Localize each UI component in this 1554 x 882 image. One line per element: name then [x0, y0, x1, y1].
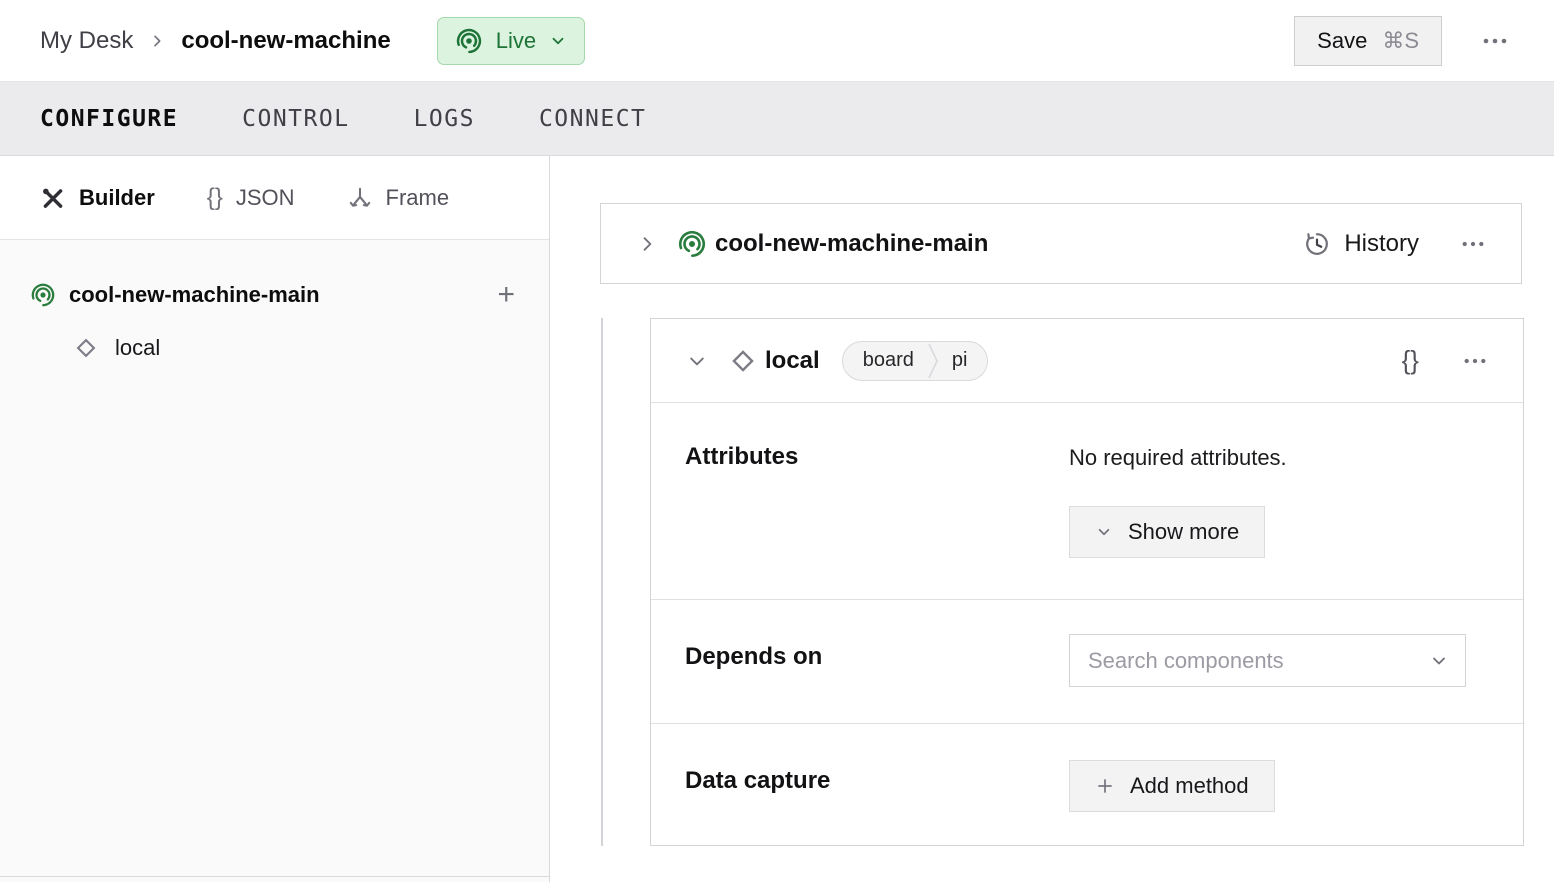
tree-item-local[interactable]: local: [30, 334, 515, 362]
history-button-label: History: [1344, 230, 1419, 258]
configure-sidebar: Builder {} JSON Frame: [0, 156, 550, 882]
machine-part-icon: [30, 282, 56, 308]
breadcrumb-current: cool-new-machine: [181, 27, 390, 55]
tab-connect[interactable]: CONNECT: [539, 106, 646, 132]
component-collapse-button[interactable]: [681, 345, 713, 377]
braces-icon: {}: [207, 184, 223, 212]
show-more-button-label: Show more: [1128, 519, 1239, 545]
breadcrumb-separator-icon: [149, 33, 165, 49]
mode-json[interactable]: {} JSON: [207, 184, 295, 212]
mode-frame[interactable]: Frame: [347, 185, 450, 211]
data-capture-section: Data capture Add method: [651, 723, 1523, 846]
search-components-input[interactable]: [1088, 648, 1429, 674]
tab-configure[interactable]: CONFIGURE: [40, 106, 178, 132]
ellipsis-icon: [1482, 37, 1508, 45]
breadcrumb-parent-link[interactable]: My Desk: [40, 27, 133, 55]
breadcrumb: My Desk cool-new-machine: [40, 27, 391, 55]
sidebar-mode-switcher: Builder {} JSON Frame: [0, 156, 549, 240]
configure-main-panel: cool-new-machine-main History: [551, 156, 1554, 882]
history-clock-icon: [1303, 230, 1331, 258]
chevron-down-icon: [1095, 523, 1113, 541]
tab-logs[interactable]: LOGS: [414, 106, 475, 132]
machine-part-card: cool-new-machine-main History: [600, 203, 1522, 284]
save-button[interactable]: Save ⌘S: [1294, 16, 1442, 66]
component-model: pi: [940, 349, 988, 372]
save-shortcut-hint: ⌘S: [1382, 28, 1419, 54]
part-card-expand-button[interactable]: [631, 228, 663, 260]
add-method-button[interactable]: Add method: [1069, 760, 1275, 812]
component-type: board: [843, 349, 926, 372]
app-header: My Desk cool-new-machine Live Save ⌘S: [0, 0, 1554, 82]
component-card-header: local board pi {}: [651, 319, 1523, 403]
attributes-section: Attributes No required attributes. Show …: [651, 403, 1523, 599]
component-menu-button[interactable]: [1457, 351, 1493, 371]
tree-item-local-label: local: [115, 335, 160, 361]
tree-rail-line: [601, 318, 603, 846]
part-card-title: cool-new-machine-main: [715, 230, 988, 258]
frame-axes-icon: [347, 185, 373, 211]
resource-tree: cool-new-machine-main + local: [0, 240, 549, 362]
show-more-button[interactable]: Show more: [1069, 506, 1265, 558]
save-button-label: Save: [1317, 28, 1367, 54]
component-card-title: local: [765, 347, 820, 375]
attributes-label: Attributes: [685, 443, 798, 471]
tree-item-machine-part[interactable]: cool-new-machine-main +: [30, 280, 515, 310]
data-capture-label: Data capture: [685, 767, 830, 795]
history-button[interactable]: History: [1303, 230, 1419, 258]
tools-icon: [40, 185, 66, 211]
mode-frame-label: Frame: [386, 185, 450, 211]
machine-status-label: Live: [496, 28, 536, 54]
header-overflow-menu-button[interactable]: [1476, 31, 1514, 51]
attributes-empty-text: No required attributes.: [1069, 445, 1287, 471]
component-type-model-chip: board pi: [842, 341, 989, 381]
chevron-right-icon: [637, 234, 657, 254]
add-component-button[interactable]: +: [497, 280, 515, 310]
mode-builder[interactable]: Builder: [40, 185, 155, 211]
part-card-menu-button[interactable]: [1455, 234, 1491, 254]
machine-status-dropdown[interactable]: Live: [437, 17, 585, 65]
component-card-actions: {}: [1402, 345, 1493, 376]
chevron-down-icon: [549, 32, 567, 50]
ellipsis-icon: [1461, 240, 1485, 248]
edit-json-button[interactable]: {}: [1402, 345, 1419, 376]
depends-on-label: Depends on: [685, 643, 822, 671]
chevron-down-icon: [1429, 651, 1449, 671]
component-card-local: local board pi {} Attributes No requ: [650, 318, 1524, 846]
tree-item-machine-part-label: cool-new-machine-main: [69, 282, 320, 308]
chevron-down-icon: [687, 351, 707, 371]
component-diamond-icon: [727, 345, 759, 377]
sidebar-bottom-divider: [0, 876, 549, 877]
mode-builder-label: Builder: [79, 185, 155, 211]
machine-live-icon: [455, 27, 483, 55]
main-tabbar: CONFIGURE CONTROL LOGS CONNECT: [0, 82, 1554, 156]
depends-on-select[interactable]: [1069, 634, 1466, 687]
add-method-button-label: Add method: [1130, 773, 1249, 799]
header-actions: Save ⌘S: [1294, 16, 1514, 66]
chip-separator-icon: [926, 342, 940, 380]
tab-control[interactable]: CONTROL: [242, 106, 349, 132]
ellipsis-icon: [1463, 357, 1487, 365]
machine-part-icon: [677, 229, 707, 259]
component-diamond-icon: [72, 334, 100, 362]
part-card-actions: History: [1303, 230, 1491, 258]
mode-json-label: JSON: [236, 185, 295, 211]
plus-icon: [1095, 776, 1115, 796]
depends-on-section: Depends on: [651, 599, 1523, 723]
